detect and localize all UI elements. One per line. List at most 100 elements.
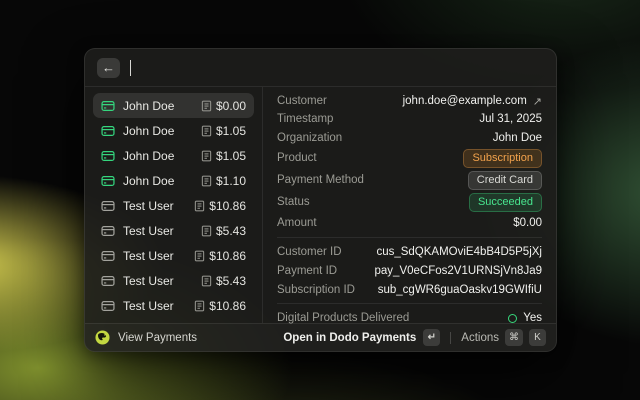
list-item-name: Test User [123, 273, 174, 288]
detail-divider [277, 237, 542, 238]
footer-divider [450, 331, 452, 344]
detail-value: sub_cgWR6guaOaskv19GWIfiU [377, 283, 542, 296]
detail-badge: Subscription [463, 148, 542, 168]
list-item-amount-wrap: $1.05 [201, 149, 246, 163]
credit-card-icon [101, 300, 115, 311]
detail-label: Payment ID [277, 264, 338, 277]
payment-list-item[interactable]: Test User $10.86 [93, 243, 254, 268]
list-item-amount: $1.10 [215, 173, 246, 188]
detail-value: pay_V0eCFos2V1URNSjVn8Ja9 [374, 264, 542, 277]
detail-label: Customer [277, 95, 327, 107]
detail-label: Timestamp [277, 113, 334, 125]
detail-row: Payment ID pay_V0eCFos2V1URNSjVn8Ja9 [277, 261, 542, 280]
list-item-amount-wrap: $5.43 [201, 224, 246, 238]
footer-right: Open in Dodo Payments ↵ Actions ⌘ K [283, 329, 546, 346]
credit-card-icon [101, 200, 115, 211]
credit-card-icon [101, 225, 115, 236]
list-item-amount: $10.86 [209, 198, 246, 213]
detail-value: Jul 31, 2025 [479, 113, 542, 125]
payments-list: John Doe $0.00 John Doe $1.05 John Doe $… [85, 87, 263, 323]
detail-value: John Doe [492, 131, 542, 144]
credit-card-icon [101, 125, 115, 136]
window-body: John Doe $0.00 John Doe $1.05 John Doe $… [85, 87, 556, 324]
detail-label: Subscription ID [277, 283, 355, 296]
list-item-name: John Doe [123, 173, 175, 188]
payment-list-item[interactable]: John Doe $1.10 [93, 168, 254, 193]
list-item-amount: $1.05 [215, 123, 246, 138]
customer-email: john.doe@example.com [402, 95, 527, 107]
list-item-amount: $5.43 [215, 273, 246, 288]
detail-row: Customer ID cus_SdQKAMOviE4bB4D5P5jXj [277, 242, 542, 261]
detail-label: Organization [277, 131, 343, 144]
detail-row: Timestamp Jul 31, 2025 [277, 110, 542, 128]
receipt-icon [201, 150, 212, 161]
footer-left: View Payments [95, 330, 283, 345]
payment-list-item[interactable]: John Doe $1.05 [93, 118, 254, 143]
receipt-icon [195, 200, 205, 211]
list-item-name: Test User [123, 223, 174, 238]
credit-card-icon [101, 150, 115, 161]
receipt-icon [195, 250, 205, 261]
detail-label: Product [277, 152, 317, 164]
detail-row: Product Subscription [277, 147, 542, 169]
detail-row: Amount $0.00 [277, 213, 542, 233]
detail-divider [277, 303, 542, 304]
detail-row: Status Succeeded [277, 191, 542, 213]
payment-list-item[interactable]: Test User $5.43 [93, 218, 254, 243]
detail-badge: Succeeded [468, 192, 542, 212]
return-key-icon: ↵ [423, 329, 441, 346]
detail-row: Organization John Doe [277, 128, 542, 147]
detail-badge: Credit Card [467, 170, 542, 190]
detail-row: Subscription ID sub_cgWR6guaOaskv19GWIfi… [277, 280, 542, 299]
list-item-amount: $10.86 [209, 248, 246, 263]
delivered-circle-icon [508, 313, 518, 323]
list-item-amount-wrap: $10.86 [194, 249, 246, 263]
external-link-icon: ↗ [532, 95, 542, 108]
detail-label: Payment Method [277, 174, 364, 186]
search-input[interactable] [131, 49, 544, 86]
detail-row: Customer john.doe@example.com ↗ [277, 92, 542, 110]
list-item-amount: $10.86 [209, 298, 246, 313]
footer-bar: View Payments Open in Dodo Payments ↵ Ac… [85, 323, 556, 351]
list-item-amount-wrap: $10.86 [194, 299, 246, 313]
list-item-name: Test User [123, 198, 174, 213]
list-item-amount-wrap: $0.00 [201, 99, 246, 113]
receipt-icon [201, 275, 212, 286]
payment-details: Customer john.doe@example.com ↗ Timestamp… [263, 87, 556, 324]
receipt-icon [201, 100, 212, 111]
open-in-dodo-payments-button[interactable]: Open in Dodo Payments ↵ [283, 329, 441, 346]
extension-title: View Payments [118, 331, 198, 344]
customer-email-link[interactable]: john.doe@example.com ↗ [403, 95, 542, 108]
detail-row: Payment Method Credit Card [277, 169, 542, 191]
list-item-amount-wrap: $5.43 [201, 274, 246, 288]
list-item-amount-wrap: $10.86 [194, 199, 246, 213]
receipt-icon [201, 125, 212, 136]
list-item-amount: $1.05 [215, 148, 246, 163]
payments-window: ← John Doe $0.00 John Doe $1.05 John Doe… [84, 48, 557, 352]
detail-value: cus_SdQKAMOviE4bB4D5P5jXj [376, 245, 542, 258]
list-item-amount-wrap: $1.10 [201, 174, 246, 188]
payment-list-item[interactable]: Test User $10.86 [93, 193, 254, 218]
actions-label: Actions [461, 331, 499, 344]
list-item-name: John Doe [123, 123, 175, 138]
payment-list-item[interactable]: John Doe $1.05 [93, 143, 254, 168]
actions-button[interactable]: Actions ⌘ K [461, 329, 546, 346]
list-item-name: John Doe [123, 148, 175, 163]
list-item-amount-wrap: $1.05 [201, 124, 246, 138]
list-item-name: Test User [123, 298, 174, 313]
list-item-amount: $5.43 [215, 223, 246, 238]
list-item-amount: $0.00 [215, 98, 246, 113]
detail-label: Status [277, 196, 310, 208]
payment-list-item[interactable]: Test User $10.86 [93, 293, 254, 318]
receipt-icon [201, 225, 212, 236]
back-button[interactable]: ← [97, 57, 120, 78]
detail-label: Customer ID [277, 245, 342, 258]
receipt-icon [201, 175, 212, 186]
primary-action-label: Open in Dodo Payments [283, 331, 417, 344]
k-key-icon: K [529, 329, 546, 346]
search-wrap [130, 49, 544, 86]
payment-list-item[interactable]: Test User $5.43 [93, 268, 254, 293]
list-item-name: Test User [123, 248, 174, 263]
receipt-icon [195, 300, 205, 311]
payment-list-item[interactable]: John Doe $0.00 [93, 93, 254, 118]
